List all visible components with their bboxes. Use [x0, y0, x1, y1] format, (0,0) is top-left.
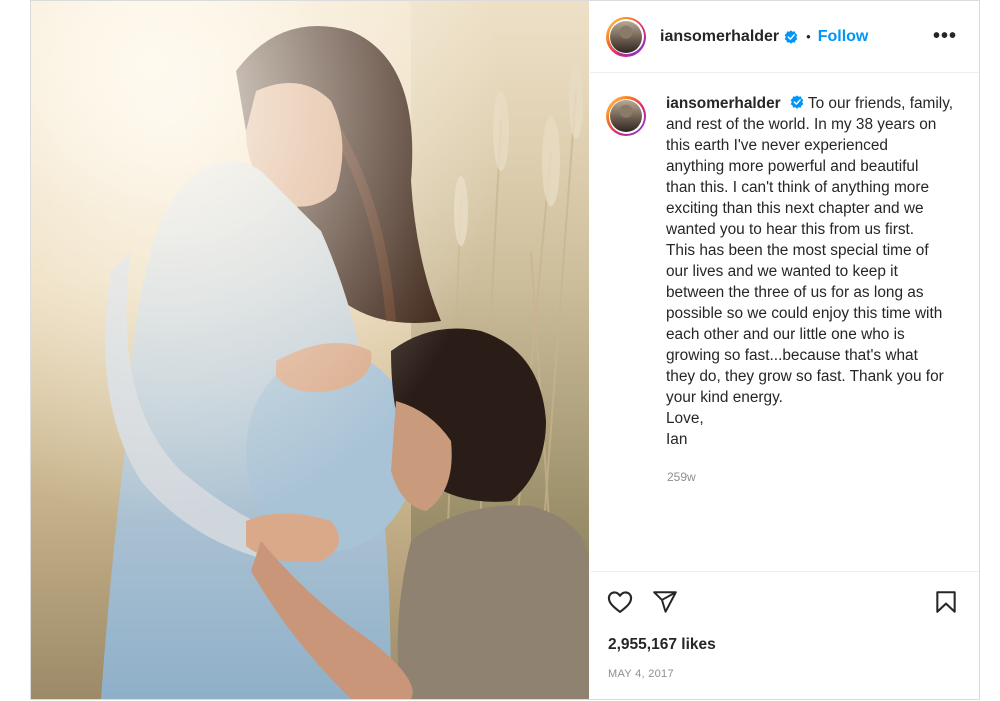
verified-badge-icon [784, 29, 798, 44]
instagram-post: iansomerhalder • Follow ••• iansomerhald… [30, 0, 980, 700]
post-date[interactable]: MAY 4, 2017 [608, 668, 674, 680]
caption-text: To our friends, family, and rest of the … [666, 95, 954, 448]
caption-row: iansomerhalder To our friends, family, a… [606, 93, 963, 450]
post-sidebar: iansomerhalder • Follow ••• iansomerhald… [590, 1, 979, 699]
avatar-ring [608, 98, 644, 134]
header-avatar[interactable] [606, 16, 646, 57]
likes-count[interactable]: 2,955,167 likes [608, 636, 716, 654]
bookmark-icon[interactable] [933, 589, 959, 615]
more-icon[interactable]: ••• [933, 25, 957, 48]
separator-dot: • [806, 29, 811, 44]
header-username[interactable]: iansomerhalder [660, 28, 779, 46]
avatar-ring [608, 19, 644, 54]
caption-age[interactable]: 259w [667, 470, 963, 484]
heart-icon[interactable] [606, 588, 634, 616]
verified-badge-icon [790, 95, 804, 109]
caption-avatar[interactable] [606, 96, 646, 136]
comments-area: iansomerhalder To our friends, family, a… [590, 73, 979, 571]
caption-username[interactable]: iansomerhalder [666, 95, 781, 112]
avatar-image [610, 100, 642, 132]
post-header: iansomerhalder • Follow ••• [590, 1, 979, 73]
avatar-image [610, 20, 642, 53]
action-bar [590, 571, 979, 631]
post-photo[interactable] [31, 1, 589, 699]
photo-illustration [31, 1, 589, 699]
follow-button[interactable]: Follow [818, 28, 869, 46]
caption: iansomerhalder To our friends, family, a… [666, 93, 963, 450]
share-icon[interactable] [652, 589, 678, 615]
